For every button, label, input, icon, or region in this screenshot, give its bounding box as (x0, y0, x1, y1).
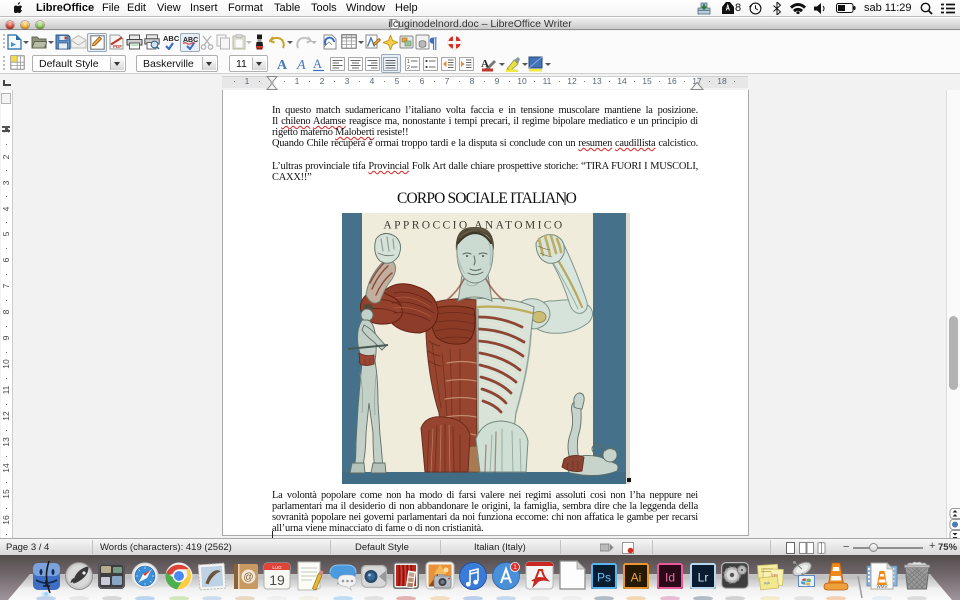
svg-text:PDF: PDF (113, 44, 122, 49)
svg-text:2: 2 (407, 65, 410, 71)
svg-text:Typo: Typo (770, 573, 778, 577)
svg-text:LUG: LUG (272, 565, 282, 570)
svg-text:@: @ (243, 572, 253, 583)
svg-text:A: A (313, 57, 322, 71)
svg-text:A: A (481, 58, 489, 70)
svg-text:¶: ¶ (429, 35, 438, 50)
svg-text:Ps: Ps (597, 571, 611, 585)
svg-text:Id: Id (665, 571, 675, 585)
svg-text:19: 19 (269, 572, 285, 588)
svg-text:A: A (296, 58, 306, 72)
svg-text:Ask: Ask (764, 581, 770, 586)
svg-text:ABC: ABC (163, 34, 179, 43)
svg-text:A: A (277, 58, 288, 72)
svg-text:WMV: WMV (877, 584, 888, 589)
svg-text:1: 1 (513, 564, 517, 571)
svg-text:Ai: Ai (631, 571, 642, 585)
svg-text:Lr: Lr (698, 571, 709, 585)
